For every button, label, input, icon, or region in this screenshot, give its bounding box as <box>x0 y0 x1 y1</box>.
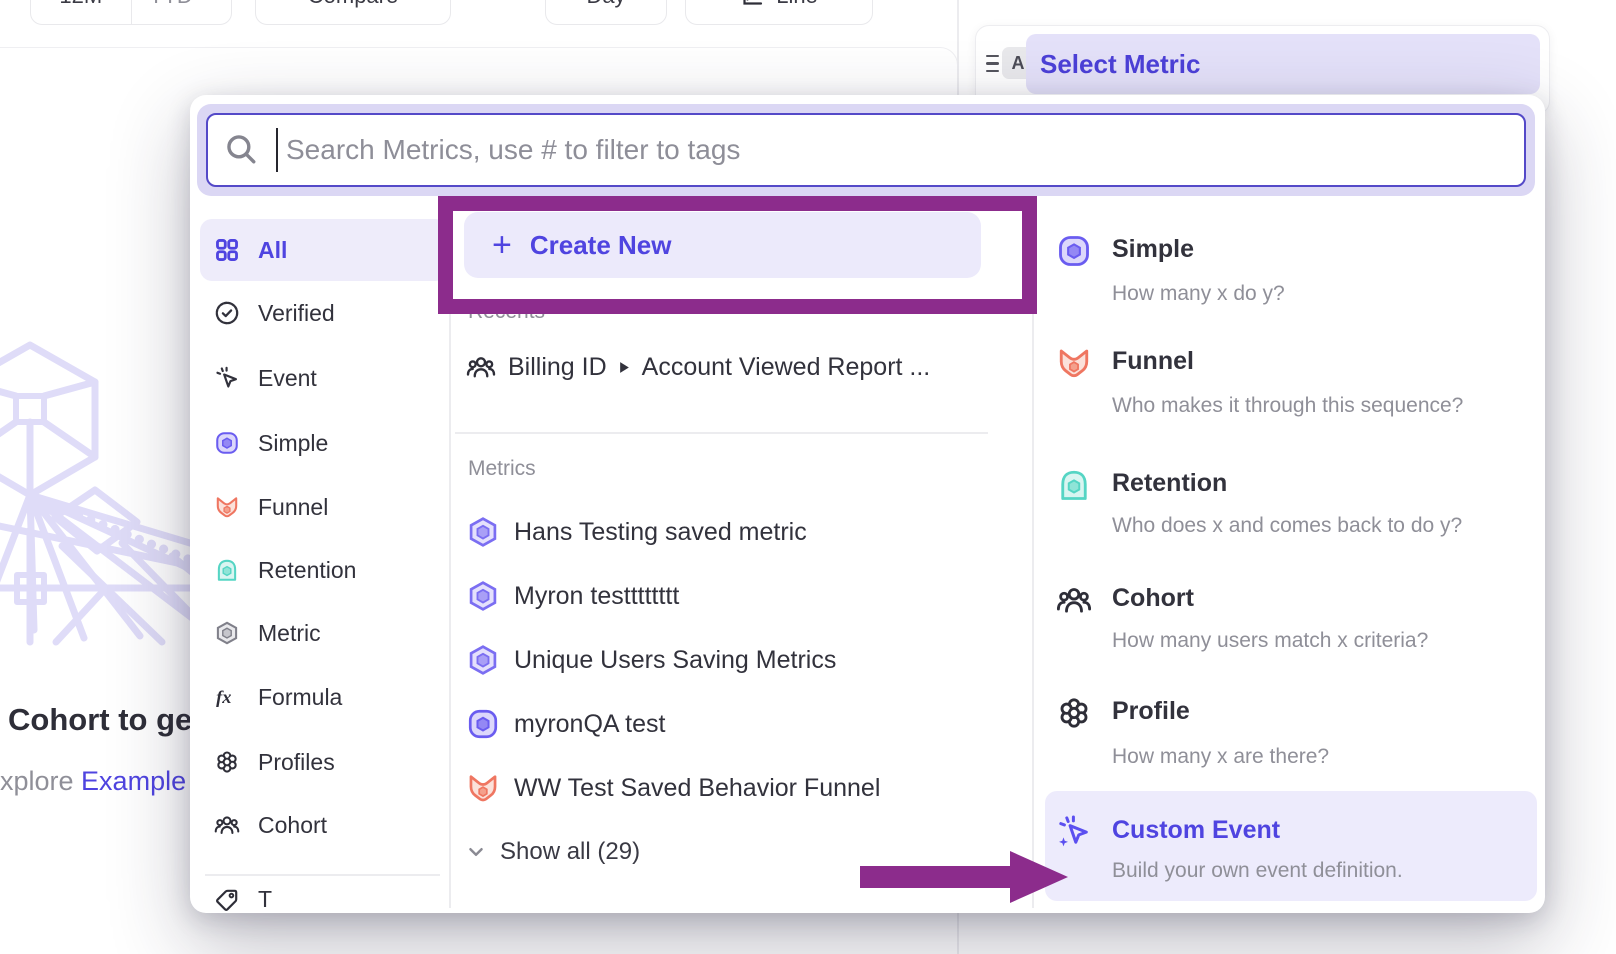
day-button[interactable]: Day <box>545 0 667 25</box>
sidebar-item-profiles[interactable]: Profiles <box>200 734 447 790</box>
compare-label: Compare <box>308 0 398 9</box>
annotation-arrow-head <box>1010 851 1068 903</box>
line-chart-icon <box>740 0 764 8</box>
metrics-section-label: Metrics <box>468 457 536 481</box>
sidebar-item-verified[interactable]: Verified <box>200 285 447 341</box>
caret-right-icon <box>619 361 630 374</box>
type-simple-desc: How many x do y? <box>1112 282 1285 306</box>
cohort-people-icon <box>1056 582 1092 618</box>
verified-badge-icon <box>214 300 240 326</box>
funnel-icon <box>1056 345 1092 381</box>
compare-button[interactable]: Compare <box>255 0 451 25</box>
search-icon <box>224 132 258 166</box>
day-label: Day <box>586 0 625 9</box>
chevron-down-icon <box>199 0 214 4</box>
type-cohort-desc: How many users match x criteria? <box>1112 629 1428 653</box>
type-cohort[interactable]: Cohort <box>1112 584 1194 613</box>
drag-handle-icon[interactable] <box>986 55 999 72</box>
sidebar-item-cohort[interactable]: Cohort <box>200 797 447 853</box>
type-profile-desc: How many x are there? <box>1112 745 1329 769</box>
app-screen: 12M YTD Compare Day Line A Select Metric <box>0 0 1616 954</box>
custom-event-highlight <box>1045 791 1537 901</box>
range-ytd-label: YTD <box>149 0 193 9</box>
funnel-icon <box>466 771 500 805</box>
type-simple[interactable]: Simple <box>1112 235 1194 264</box>
type-funnel[interactable]: Funnel <box>1112 347 1194 376</box>
type-retention[interactable]: Retention <box>1112 469 1227 498</box>
custom-event-cursor-icon <box>1056 814 1092 850</box>
date-range-control[interactable]: 12M YTD <box>30 0 232 25</box>
range-12m-label: 12M <box>59 0 102 9</box>
event-cursor-icon <box>214 365 240 391</box>
recent-item-event-name: Account Viewed Report ... <box>642 353 931 382</box>
range-ytd-button[interactable]: YTD <box>131 0 232 24</box>
simple-icon <box>1056 233 1092 269</box>
search-input[interactable] <box>206 113 1526 187</box>
annotation-arrow <box>860 866 1012 888</box>
sidebar-item-metric[interactable]: Metric <box>200 605 447 661</box>
sidebar-item-simple[interactable]: Simple <box>200 415 447 471</box>
metric-hexagon-icon <box>214 620 240 646</box>
type-retention-desc: Who does x and comes back to do y? <box>1112 514 1462 538</box>
metric-list-item[interactable]: Myron testttttttt <box>466 579 679 613</box>
sidebar-item-all[interactable]: All <box>200 222 447 278</box>
annotation-highlight-box <box>438 196 1037 314</box>
simple-icon <box>466 707 500 741</box>
line-chart-type-button[interactable]: Line <box>685 0 873 25</box>
recent-item-billing[interactable]: Billing ID Account Viewed Report ... <box>466 352 930 382</box>
saved-metric-hexagon-icon <box>466 643 500 677</box>
chevron-down-icon <box>466 842 486 862</box>
cohort-people-icon <box>214 812 240 838</box>
sidebar-item-event[interactable]: Event <box>200 350 447 406</box>
text-cursor <box>276 128 278 172</box>
show-all-label: Show all (29) <box>500 838 640 866</box>
grid-icon <box>214 237 240 263</box>
saved-metric-hexagon-icon <box>466 515 500 549</box>
type-custom-event[interactable]: Custom Event <box>1112 816 1280 845</box>
cohort-people-icon <box>466 352 496 382</box>
metric-list-item[interactable]: Unique Users Saving Metrics <box>466 643 836 677</box>
sidebar-item-retention[interactable]: Retention <box>200 542 447 598</box>
recent-item-cohort-name: Billing ID <box>508 353 607 382</box>
sidebar-item-tag-partial[interactable]: T <box>204 886 444 913</box>
metric-list-item[interactable]: Hans Testing saved metric <box>466 515 807 549</box>
retention-icon <box>214 557 240 583</box>
metric-list-item[interactable]: WW Test Saved Behavior Funnel <box>466 771 880 805</box>
type-custom-event-desc: Build your own event definition. <box>1112 859 1403 883</box>
recents-metrics-divider <box>455 432 988 434</box>
tag-icon <box>214 887 240 913</box>
sidebar-item-formula[interactable]: Formula <box>200 669 447 725</box>
metric-list-item[interactable]: myronQA test <box>466 707 665 741</box>
type-profile[interactable]: Profile <box>1112 697 1190 726</box>
formula-fx-icon <box>214 684 240 710</box>
type-funnel-desc: Who makes it through this sequence? <box>1112 394 1463 418</box>
sidebar-divider <box>205 874 440 876</box>
saved-metric-hexagon-icon <box>466 579 500 613</box>
profiles-flower-icon <box>214 749 240 775</box>
simple-icon <box>214 430 240 456</box>
retention-icon <box>1056 467 1092 503</box>
select-metric-label: Select Metric <box>1040 49 1200 80</box>
funnel-icon <box>214 494 240 520</box>
range-12m-button[interactable]: 12M <box>31 0 131 24</box>
show-all-toggle[interactable]: Show all (29) <box>466 838 640 866</box>
select-metric-slot[interactable]: Select Metric <box>1026 34 1540 94</box>
line-label: Line <box>776 0 818 9</box>
sidebar-item-funnel[interactable]: Funnel <box>200 479 447 535</box>
profiles-flower-icon <box>1056 695 1092 731</box>
